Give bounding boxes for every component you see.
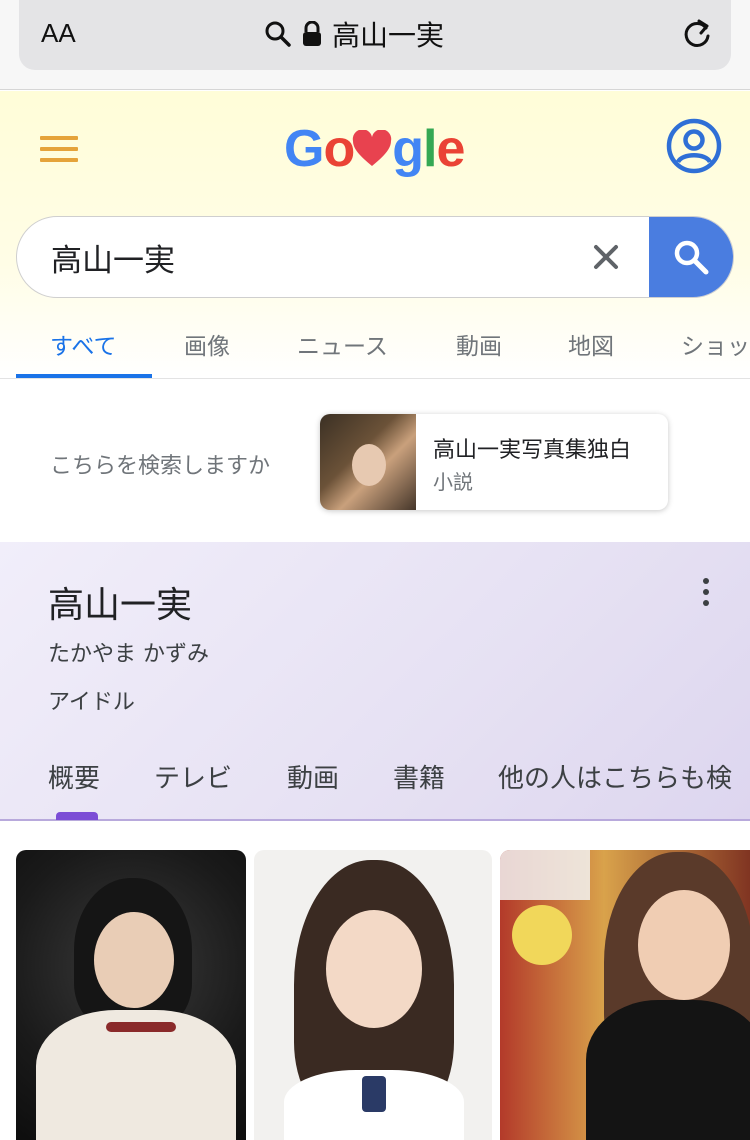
kp-tab-videos[interactable]: 動画 bbox=[287, 758, 339, 795]
tab-maps[interactable]: 地図 bbox=[568, 327, 614, 361]
account-icon[interactable] bbox=[666, 118, 722, 174]
browser-toolbar: AA 高山一実 bbox=[0, 0, 750, 90]
lock-icon bbox=[303, 21, 321, 46]
kp-tab-related[interactable]: 他の人はこちらも検 bbox=[498, 758, 732, 795]
menu-icon[interactable] bbox=[40, 136, 78, 164]
kp-tab-overview[interactable]: 概要 bbox=[48, 758, 100, 795]
search-input[interactable] bbox=[51, 217, 571, 297]
suggestion-label: こちらを検索しますか bbox=[50, 454, 271, 479]
reload-icon[interactable] bbox=[679, 16, 715, 52]
tab-videos[interactable]: 動画 bbox=[456, 327, 502, 361]
search-tabs: すべて 画像 ニュース 動画 地図 ショッ bbox=[0, 323, 750, 379]
clear-icon[interactable] bbox=[591, 242, 621, 272]
heart-icon bbox=[353, 130, 392, 166]
image-result[interactable] bbox=[16, 850, 246, 1140]
search-icon bbox=[265, 21, 291, 47]
suggestion-subtitle: 小説 bbox=[433, 470, 473, 494]
entity-reading: たかやま かずみ bbox=[48, 642, 209, 667]
more-options-icon[interactable] bbox=[694, 578, 718, 608]
kp-active-tab-indicator bbox=[56, 812, 98, 820]
search-suggestion: こちらを検索しますか 高山一実写真集独白 小説 bbox=[0, 380, 750, 542]
address-bar[interactable]: AA 高山一実 bbox=[19, 0, 731, 70]
search-button[interactable] bbox=[649, 217, 733, 297]
knowledge-panel: 高山一実 たかやま かずみ アイドル 概要 テレビ 動画 書籍 他の人はこちらも… bbox=[0, 542, 750, 821]
suggestion-card[interactable]: 高山一実写真集独白 小説 bbox=[320, 414, 668, 510]
tab-all[interactable]: すべて bbox=[50, 327, 116, 361]
suggestion-thumbnail bbox=[320, 414, 416, 510]
entity-title: 高山一実 bbox=[48, 585, 193, 626]
suggestion-title: 高山一実写真集独白 bbox=[433, 438, 632, 463]
search-icon bbox=[674, 240, 709, 275]
google-doodle-logo[interactable]: Go gle bbox=[284, 119, 465, 179]
tab-news[interactable]: ニュース bbox=[297, 327, 388, 361]
reader-aa-button[interactable]: AA bbox=[41, 18, 76, 49]
google-header: Go gle すべて 画像 ニュース 動画 地図 ショッ bbox=[0, 91, 750, 379]
image-carousel bbox=[0, 850, 750, 1140]
kp-tab-books[interactable]: 書籍 bbox=[393, 758, 445, 795]
kp-tab-tv[interactable]: テレビ bbox=[154, 758, 232, 795]
image-result[interactable] bbox=[500, 850, 750, 1140]
tab-shopping[interactable]: ショッ bbox=[681, 327, 750, 361]
entity-type: アイドル bbox=[48, 690, 135, 715]
active-tab-indicator bbox=[16, 374, 152, 378]
image-result[interactable] bbox=[254, 850, 492, 1140]
tab-images[interactable]: 画像 bbox=[184, 327, 230, 361]
url-text: 高山一実 bbox=[332, 19, 445, 52]
search-box bbox=[16, 216, 734, 298]
